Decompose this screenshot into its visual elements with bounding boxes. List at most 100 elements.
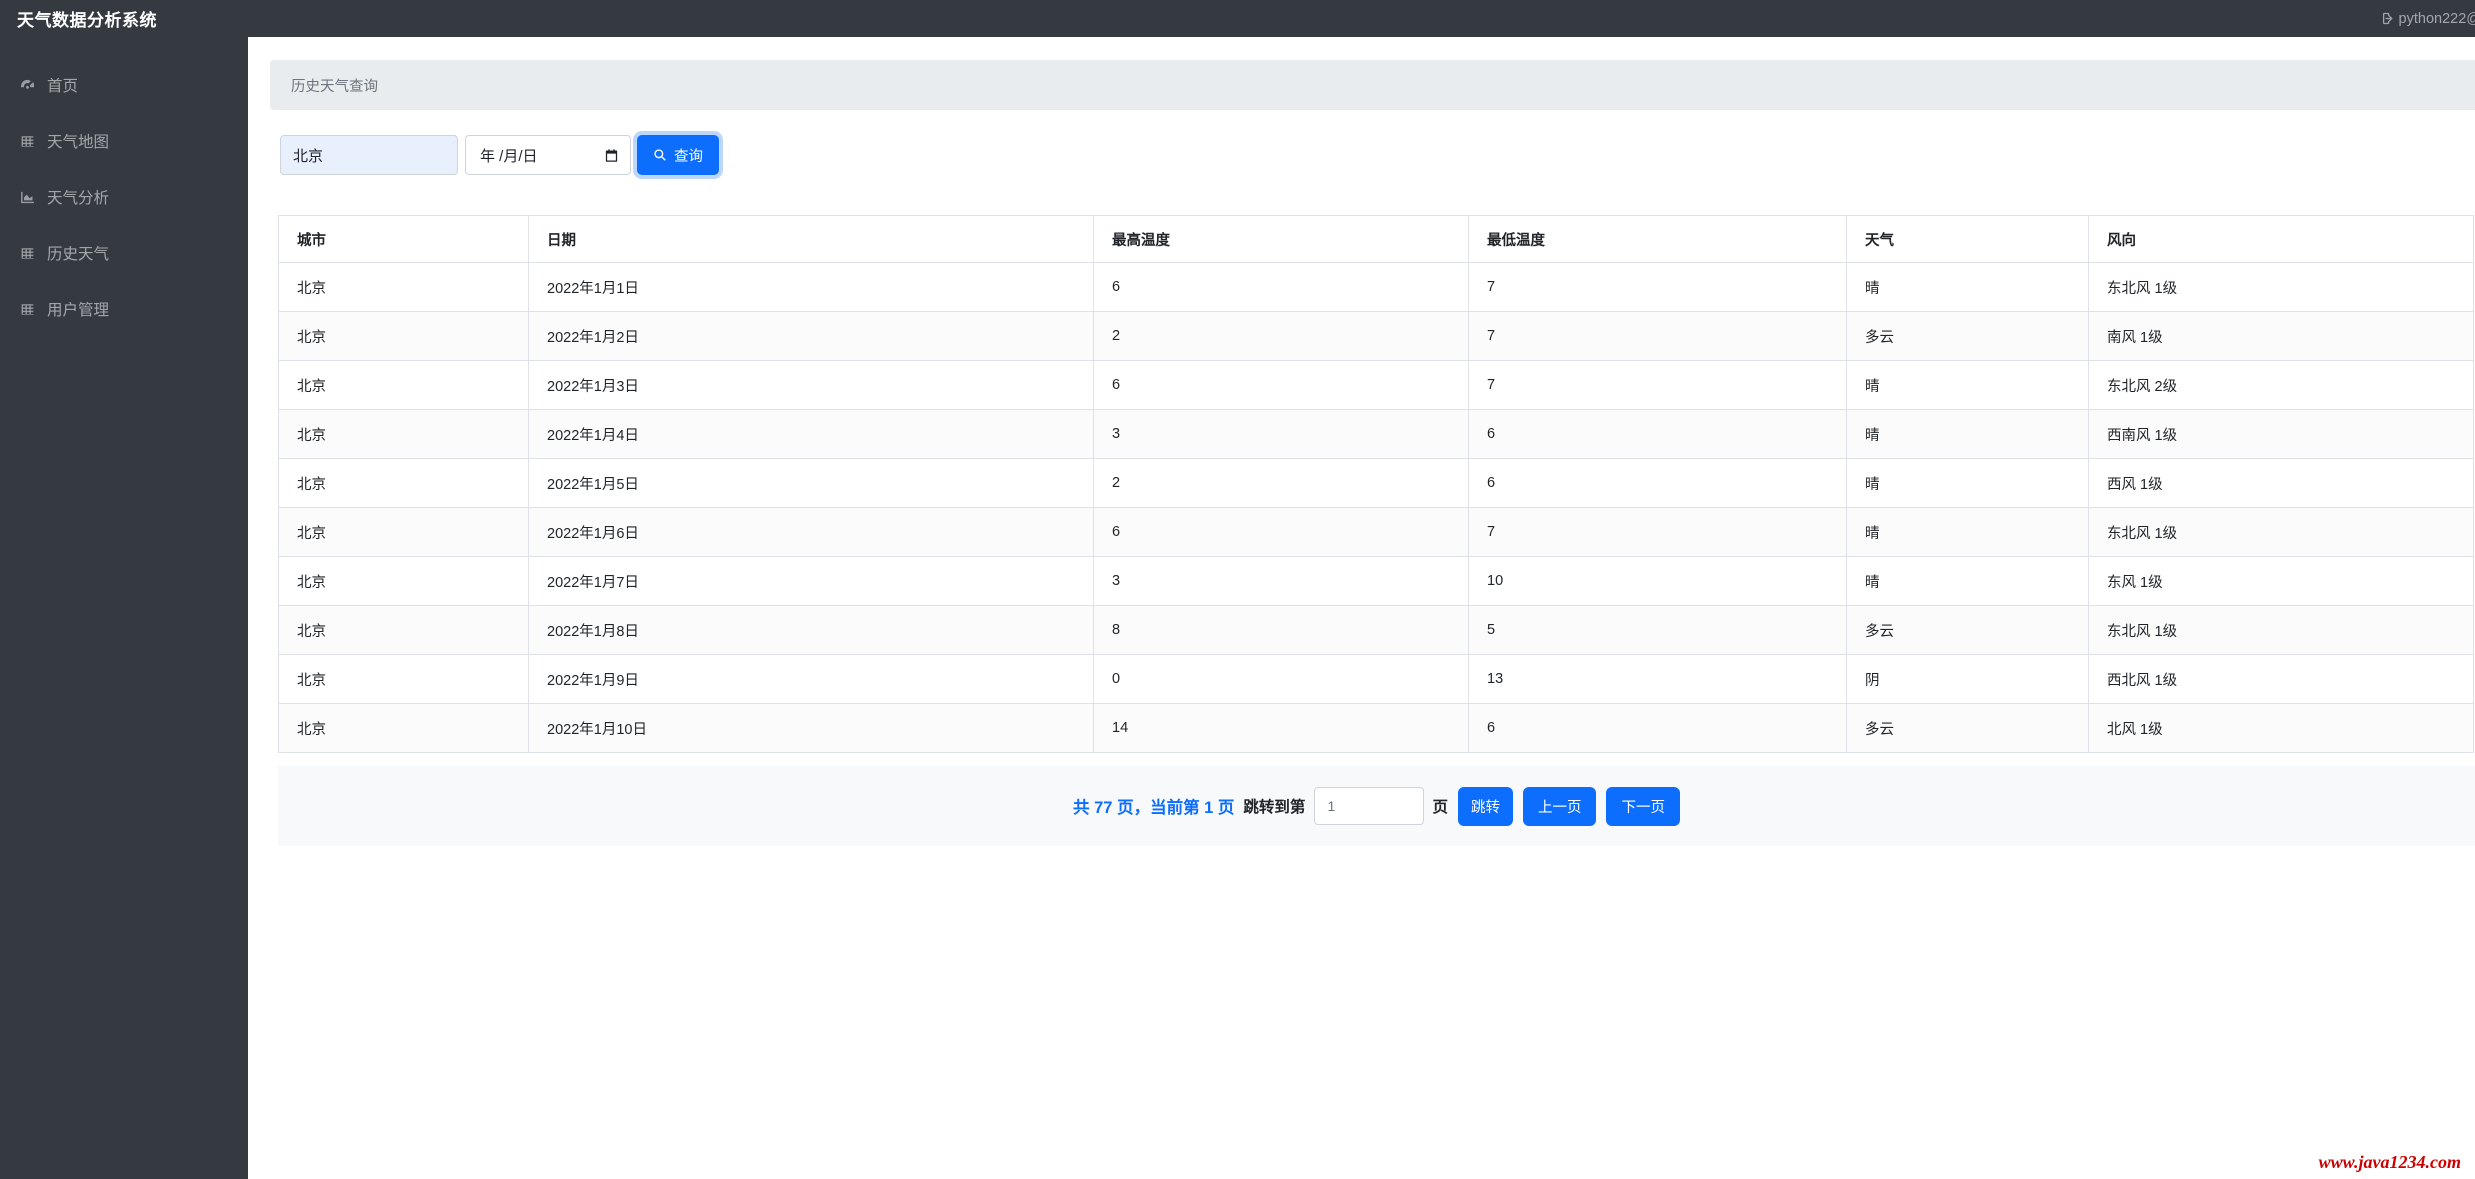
cell-max: 6 (1094, 508, 1469, 557)
chart-area-icon (19, 189, 36, 206)
cell-weather: 晴 (1847, 361, 2089, 410)
cell-weather: 多云 (1847, 704, 2089, 753)
sidebar-item-weather-map[interactable]: 天气地图 (0, 127, 248, 155)
pagination-summary: 共 77 页，当前第 1 页 (1073, 794, 1234, 818)
cell-city: 北京 (279, 263, 529, 312)
next-page-button[interactable]: 下一页 (1606, 787, 1680, 826)
cell-max: 3 (1094, 557, 1469, 606)
cell-min: 6 (1469, 459, 1847, 508)
cell-date: 2022年1月7日 (529, 557, 1094, 606)
table-row: 北京 2022年1月3日 6 7 晴 东北风 2级 (279, 361, 2474, 410)
main-content: 历史天气查询 年 /月/日 查询 城市 日期 最高温度 最低温度 (248, 37, 2475, 1179)
dashboard-icon (19, 77, 36, 94)
table-row: 北京 2022年1月5日 2 6 晴 西风 1级 (279, 459, 2474, 508)
jump-prefix-label: 跳转到第 (1243, 795, 1305, 817)
cell-date: 2022年1月1日 (529, 263, 1094, 312)
jump-suffix-label: 页 (1432, 795, 1448, 817)
table-row: 北京 2022年1月6日 6 7 晴 东北风 1级 (279, 508, 2474, 557)
table-icon (19, 133, 36, 150)
table-row: 北京 2022年1月9日 0 13 阴 西北风 1级 (279, 655, 2474, 704)
cell-wind: 西南风 1级 (2089, 410, 2474, 459)
cell-city: 北京 (279, 704, 529, 753)
col-header-city: 城市 (279, 216, 529, 263)
sidebar-item-user-management[interactable]: 用户管理 (0, 295, 248, 323)
cell-wind: 西北风 1级 (2089, 655, 2474, 704)
cell-weather: 晴 (1847, 557, 2089, 606)
col-header-min: 最低温度 (1469, 216, 1847, 263)
cell-min: 10 (1469, 557, 1847, 606)
col-header-weather: 天气 (1847, 216, 2089, 263)
col-header-wind: 风向 (2089, 216, 2474, 263)
cell-date: 2022年1月3日 (529, 361, 1094, 410)
cell-date: 2022年1月9日 (529, 655, 1094, 704)
cell-max: 2 (1094, 459, 1469, 508)
pagination-bar: 共 77 页，当前第 1 页 跳转到第 页 跳转 上一页 下一页 (278, 766, 2475, 846)
cell-date: 2022年1月5日 (529, 459, 1094, 508)
cell-date: 2022年1月10日 (529, 704, 1094, 753)
logout-link[interactable]: python222@ (2378, 0, 2475, 37)
cell-weather: 多云 (1847, 312, 2089, 361)
sidebar-item-history-weather[interactable]: 历史天气 (0, 239, 248, 267)
cell-wind: 南风 1级 (2089, 312, 2474, 361)
cell-min: 6 (1469, 410, 1847, 459)
sidebar-item-home[interactable]: 首页 (0, 71, 248, 99)
col-header-date: 日期 (529, 216, 1094, 263)
cell-weather: 多云 (1847, 606, 2089, 655)
search-button[interactable]: 查询 (637, 135, 719, 175)
cell-wind: 东北风 2级 (2089, 361, 2474, 410)
cell-weather: 晴 (1847, 263, 2089, 312)
app-title: 天气数据分析系统 (0, 6, 157, 31)
table-row: 北京 2022年1月2日 2 7 多云 南风 1级 (279, 312, 2474, 361)
cell-min: 7 (1469, 263, 1847, 312)
table-icon (19, 245, 36, 262)
city-input[interactable] (280, 135, 458, 175)
calendar-icon[interactable] (604, 148, 619, 163)
username-text: python222@ (2399, 11, 2475, 27)
weather-table: 城市 日期 最高温度 最低温度 天气 风向 北京 2022年1月1日 6 7 晴… (278, 215, 2474, 753)
cell-min: 13 (1469, 655, 1847, 704)
topbar: 天气数据分析系统 python222@ (0, 0, 2475, 37)
cell-wind: 东北风 1级 (2089, 606, 2474, 655)
sidebar-item-label: 天气地图 (47, 130, 109, 152)
sidebar-item-weather-analysis[interactable]: 天气分析 (0, 183, 248, 211)
cell-max: 6 (1094, 263, 1469, 312)
jump-button[interactable]: 跳转 (1458, 787, 1513, 826)
sidebar-item-label: 用户管理 (47, 298, 109, 320)
cell-max: 3 (1094, 410, 1469, 459)
search-button-label: 查询 (674, 145, 703, 166)
cell-min: 5 (1469, 606, 1847, 655)
cell-weather: 晴 (1847, 508, 2089, 557)
prev-page-button[interactable]: 上一页 (1523, 787, 1597, 826)
table-row: 北京 2022年1月8日 8 5 多云 东北风 1级 (279, 606, 2474, 655)
cell-city: 北京 (279, 655, 529, 704)
cell-city: 北京 (279, 459, 529, 508)
table-header: 城市 日期 最高温度 最低温度 天气 风向 (279, 216, 2474, 263)
search-icon (653, 148, 667, 162)
cell-wind: 西风 1级 (2089, 459, 2474, 508)
cell-min: 6 (1469, 704, 1847, 753)
sign-out-icon (2378, 11, 2393, 26)
page-title: 历史天气查询 (291, 75, 378, 96)
cell-wind: 东风 1级 (2089, 557, 2474, 606)
cell-min: 7 (1469, 312, 1847, 361)
page-title-bar: 历史天气查询 (270, 60, 2475, 110)
table-row: 北京 2022年1月1日 6 7 晴 东北风 1级 (279, 263, 2474, 312)
cell-max: 8 (1094, 606, 1469, 655)
table-row: 北京 2022年1月4日 3 6 晴 西南风 1级 (279, 410, 2474, 459)
table-row: 北京 2022年1月10日 14 6 多云 北风 1级 (279, 704, 2474, 753)
cell-city: 北京 (279, 508, 529, 557)
cell-weather: 阴 (1847, 655, 2089, 704)
cell-city: 北京 (279, 557, 529, 606)
date-input[interactable]: 年 /月/日 (465, 135, 631, 175)
sidebar: 首页 天气地图 天气分析 历史天气 用户管理 (0, 0, 248, 1179)
cell-date: 2022年1月6日 (529, 508, 1094, 557)
cell-max: 6 (1094, 361, 1469, 410)
table-row: 北京 2022年1月7日 3 10 晴 东风 1级 (279, 557, 2474, 606)
cell-wind: 东北风 1级 (2089, 508, 2474, 557)
cell-date: 2022年1月8日 (529, 606, 1094, 655)
cell-max: 2 (1094, 312, 1469, 361)
cell-max: 14 (1094, 704, 1469, 753)
cell-min: 7 (1469, 361, 1847, 410)
cell-weather: 晴 (1847, 459, 2089, 508)
jump-page-input[interactable] (1314, 787, 1424, 825)
